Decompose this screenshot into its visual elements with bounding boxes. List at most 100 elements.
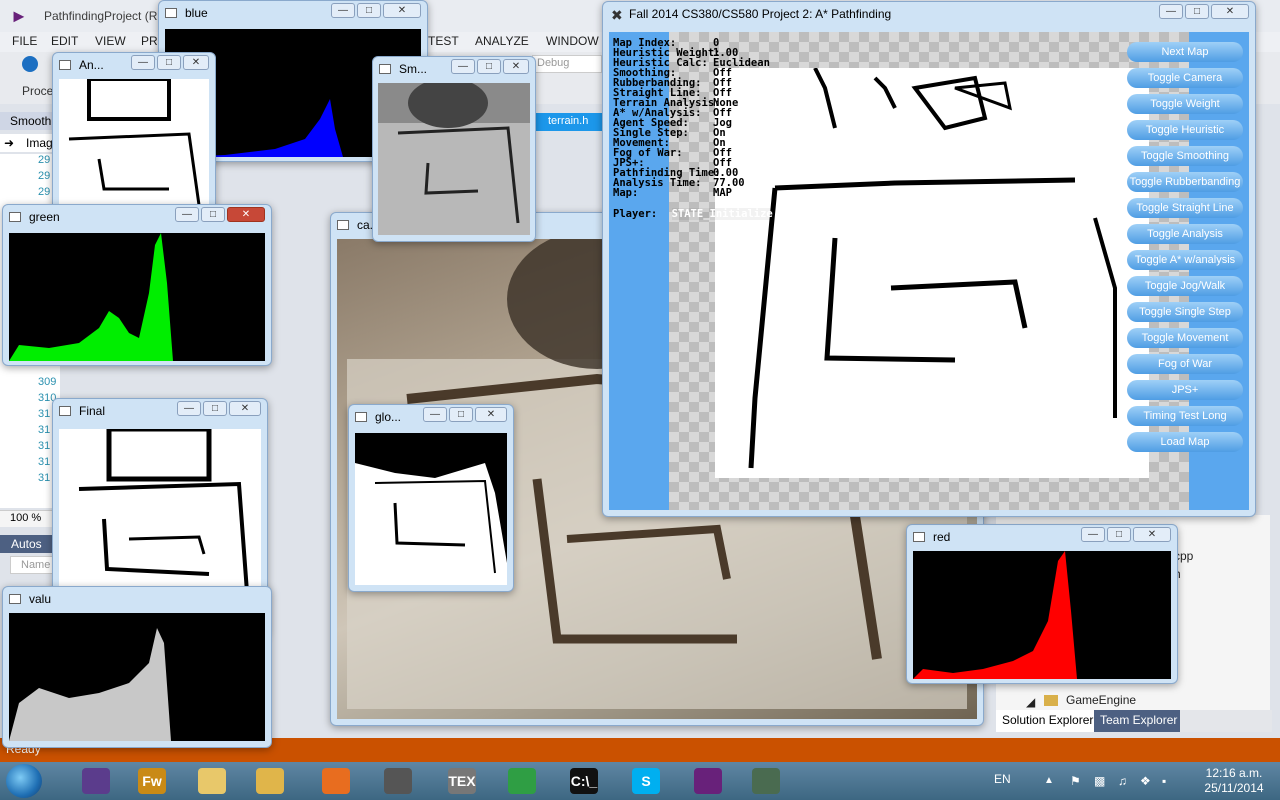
dropbox-icon[interactable]: ❖ bbox=[1140, 774, 1151, 788]
smooth-window[interactable]: Sm... — □ ✕ bbox=[372, 56, 536, 242]
left-panel-tab[interactable]: Smooth bbox=[0, 112, 60, 130]
close-button[interactable]: ✕ bbox=[503, 59, 529, 74]
taskbar-app-chrome[interactable] bbox=[496, 764, 548, 798]
pf-button-timing-test-long[interactable]: Timing Test Long bbox=[1127, 406, 1243, 426]
tab-team-explorer[interactable]: Team Explorer bbox=[1094, 710, 1180, 732]
pf-button-toggle-smoothing[interactable]: Toggle Smoothing bbox=[1127, 146, 1243, 166]
pf-button-toggle-weight[interactable]: Toggle Weight bbox=[1127, 94, 1243, 114]
maximize-button[interactable]: □ bbox=[157, 55, 181, 70]
line-number: 29 bbox=[38, 170, 51, 182]
close-button[interactable]: ✕ bbox=[475, 407, 507, 422]
taskbar-app-explorer[interactable] bbox=[244, 764, 296, 798]
taskbar-app-fireworks[interactable]: Fw bbox=[126, 764, 178, 798]
maximize-button[interactable]: □ bbox=[201, 207, 225, 222]
back-icon[interactable] bbox=[22, 56, 38, 72]
pf-button-toggle-heuristic[interactable]: Toggle Heuristic bbox=[1127, 120, 1243, 140]
smooth-image bbox=[378, 83, 530, 235]
menu-analyze[interactable]: ANALYZE bbox=[475, 34, 529, 48]
green-histogram-window[interactable]: green — □ ✕ bbox=[2, 204, 272, 366]
pf-button-toggle-a-w-analysis[interactable]: Toggle A* w/analysis bbox=[1127, 250, 1243, 270]
minimize-button[interactable]: — bbox=[131, 55, 155, 70]
app-window-icon bbox=[752, 768, 780, 794]
tab-label: Solution Explorer bbox=[1002, 713, 1094, 727]
vs-window-title: PathfindingProject (R bbox=[44, 9, 158, 23]
menu-test[interactable]: TEST bbox=[428, 34, 459, 48]
red-histogram-window[interactable]: red — □ ✕ bbox=[906, 524, 1178, 684]
taskbar-app-app-window[interactable] bbox=[740, 764, 792, 798]
pathfinding-canvas[interactable]: Map Index: 0 Heuristic Weight:1.00 Heuristi… bbox=[609, 32, 1249, 510]
clock[interactable]: 12:16 a.m. 25/11/2014 bbox=[1202, 766, 1266, 796]
glob-window[interactable]: glo... — □ ✕ bbox=[348, 404, 514, 592]
start-button[interactable] bbox=[6, 764, 42, 798]
cmd-icon: C:\_ bbox=[570, 768, 598, 794]
zoom-control[interactable]: 100 % bbox=[0, 510, 60, 527]
maximize-button[interactable]: □ bbox=[449, 407, 473, 422]
pf-button-toggle-straight-line[interactable]: Toggle Straight Line bbox=[1127, 198, 1243, 218]
clock-date: 25/11/2014 bbox=[1204, 781, 1264, 795]
pf-button-toggle-movement[interactable]: Toggle Movement bbox=[1127, 328, 1243, 348]
menu-window[interactable]: WINDOW bbox=[546, 34, 599, 48]
close-button[interactable]: ✕ bbox=[183, 55, 209, 70]
taskbar-app-firefox[interactable] bbox=[310, 764, 362, 798]
folder-icon bbox=[1044, 695, 1058, 706]
pf-button-toggle-analysis[interactable]: Toggle Analysis bbox=[1127, 224, 1243, 244]
pf-button-toggle-single-step[interactable]: Toggle Single Step bbox=[1127, 302, 1243, 322]
signal-icon[interactable]: ▩ bbox=[1094, 774, 1105, 788]
maximize-button[interactable]: □ bbox=[203, 401, 227, 416]
minimize-button[interactable]: — bbox=[423, 407, 447, 422]
menu-edit[interactable]: EDIT bbox=[51, 34, 78, 48]
window-icon bbox=[9, 212, 21, 222]
left-panel-tab-label: Smooth bbox=[10, 114, 52, 128]
process-label: Proce bbox=[22, 84, 54, 98]
pf-button-toggle-jog-walk[interactable]: Toggle Jog/Walk bbox=[1127, 276, 1243, 296]
volume-icon[interactable]: ♫ bbox=[1118, 774, 1127, 788]
pf-button-toggle-camera[interactable]: Toggle Camera bbox=[1127, 68, 1243, 88]
tab-terrain-h[interactable]: terrain.h bbox=[536, 113, 612, 131]
solution-node-gameengine[interactable]: GameEngine bbox=[1066, 693, 1136, 707]
zoom-value: 100 % bbox=[10, 512, 42, 524]
taskbar-app-visualstudio[interactable] bbox=[682, 764, 734, 798]
minimize-button[interactable]: — bbox=[331, 3, 355, 18]
tab-solution-explorer[interactable]: Solution Explorer bbox=[996, 710, 1094, 732]
minimize-button[interactable]: — bbox=[1159, 4, 1183, 19]
taskbar-app-skype[interactable]: S bbox=[620, 764, 672, 798]
value-histogram-window[interactable]: valu bbox=[2, 586, 272, 748]
menu-view[interactable]: VIEW bbox=[95, 34, 126, 48]
taskbar-app-cmd[interactable]: C:\_ bbox=[558, 764, 610, 798]
close-button[interactable]: ✕ bbox=[1133, 527, 1171, 542]
close-button[interactable]: ✕ bbox=[229, 401, 261, 416]
maximize-button[interactable]: □ bbox=[1107, 527, 1131, 542]
taskbar-app-installer[interactable] bbox=[372, 764, 424, 798]
skype-icon: S bbox=[632, 768, 660, 794]
pf-button-toggle-rubberbanding[interactable]: Toggle Rubberbanding bbox=[1127, 172, 1243, 192]
maximize-button[interactable]: □ bbox=[477, 59, 501, 74]
config-dropdown[interactable]: Debug bbox=[532, 55, 602, 73]
network-icon[interactable]: ▪ bbox=[1162, 774, 1166, 788]
language-indicator[interactable]: EN bbox=[994, 772, 1011, 786]
flag-icon[interactable]: ⚑ bbox=[1070, 774, 1081, 788]
taskbar-app-tex[interactable]: TEX bbox=[436, 764, 488, 798]
minimize-button[interactable]: — bbox=[451, 59, 475, 74]
autos-tab[interactable]: Autos bbox=[0, 535, 60, 553]
pf-button-fog-of-war[interactable]: Fog of War bbox=[1127, 354, 1243, 374]
close-button[interactable]: ✕ bbox=[1211, 4, 1249, 19]
minimize-button[interactable]: — bbox=[175, 207, 199, 222]
taskbar-app-folders[interactable] bbox=[186, 764, 238, 798]
maximize-button[interactable]: □ bbox=[1185, 4, 1209, 19]
expand-arrow-icon[interactable]: ◢ bbox=[1026, 695, 1035, 709]
pf-button-next-map[interactable]: Next Map bbox=[1127, 42, 1243, 62]
menu-project[interactable]: PR bbox=[141, 34, 158, 48]
analysis-window[interactable]: An... — □ ✕ bbox=[52, 52, 216, 210]
minimize-button[interactable]: — bbox=[177, 401, 201, 416]
taskbar-app-eclipse[interactable] bbox=[70, 764, 122, 798]
show-hidden-icons-icon[interactable]: ▲ bbox=[1044, 775, 1054, 786]
pf-button-jps-[interactable]: JPS+ bbox=[1127, 380, 1243, 400]
close-button[interactable]: ✕ bbox=[383, 3, 421, 18]
close-button[interactable]: ✕ bbox=[227, 207, 265, 222]
pf-button-load-map[interactable]: Load Map bbox=[1127, 432, 1243, 452]
image-list-item[interactable]: ➜ Imag bbox=[0, 134, 60, 152]
menu-file[interactable]: FILE bbox=[12, 34, 37, 48]
pathfinding-window[interactable]: ✖ Fall 2014 CS380/CS580 Project 2: A* Pa… bbox=[602, 1, 1256, 517]
maximize-button[interactable]: □ bbox=[357, 3, 381, 18]
minimize-button[interactable]: — bbox=[1081, 527, 1105, 542]
